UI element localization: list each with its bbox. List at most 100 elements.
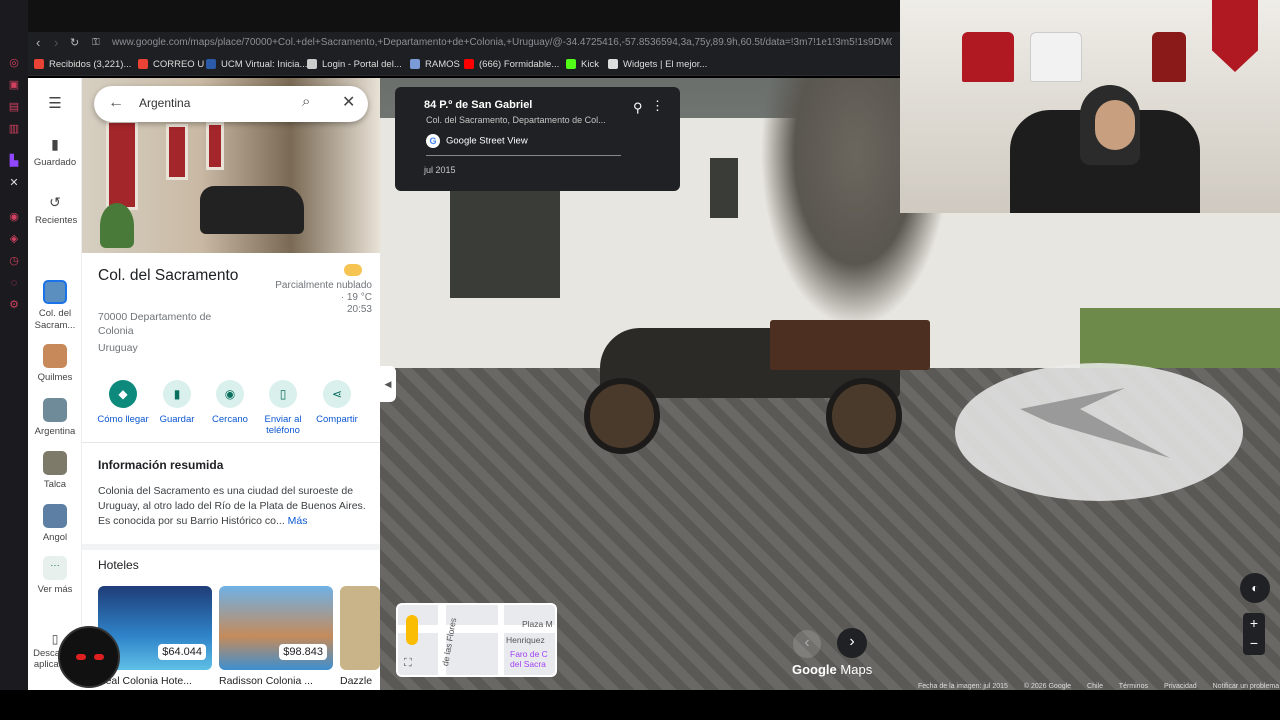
search-box[interactable]: ← Argentina ⌕ ✕ xyxy=(94,86,368,122)
back-arrow-icon[interactable]: ← xyxy=(108,94,124,112)
settings-icon[interactable]: ⚙ xyxy=(7,298,21,312)
app-icon[interactable]: ◈ xyxy=(7,232,21,246)
kick-icon xyxy=(566,59,576,70)
send-to-phone-button[interactable]: ▯ Enviar al teléfono xyxy=(254,380,312,436)
directions-button[interactable]: ◆ Cómo llegar xyxy=(94,380,152,425)
maps-rail: ☰ ▮ Guardado ↺ Recientes Col. del Sacram… xyxy=(28,78,82,690)
rail-more[interactable]: ··· Ver más xyxy=(28,556,82,595)
browser-tabbar xyxy=(28,0,900,32)
address-bar[interactable]: ‹ › ↻ ⚿ www.google.com/maps/place/70000+… xyxy=(28,32,900,54)
more-link[interactable]: Más xyxy=(288,515,308,527)
rail-saved[interactable]: ▮ Guardado xyxy=(28,136,82,168)
jersey-shape xyxy=(962,32,1014,82)
rail-recent-item[interactable]: Angol xyxy=(28,504,82,543)
search-input[interactable]: Argentina xyxy=(139,96,190,110)
url-text[interactable]: www.google.com/maps/place/70000+Col.+del… xyxy=(112,32,892,54)
more-icon: ··· xyxy=(43,556,67,580)
hotel-photo xyxy=(340,586,380,670)
sv-subtitle: Col. del Sacramento, Departamento de Col… xyxy=(426,115,606,125)
app-icon[interactable]: ◷ xyxy=(7,254,21,268)
hotel-name: Dazzle xyxy=(340,675,373,687)
bookmark-icon: ▮ xyxy=(163,380,191,408)
weather-time: 20:53 xyxy=(346,304,372,315)
bookmark-item[interactable]: Kick xyxy=(566,54,599,76)
eye-shape xyxy=(94,654,104,660)
search-icon[interactable]: ⌕ xyxy=(302,93,310,110)
menu-icon[interactable]: ☰ xyxy=(28,94,82,112)
plant-shape xyxy=(100,203,134,248)
pegman-icon[interactable] xyxy=(406,615,418,645)
place-thumbnail xyxy=(43,344,67,368)
weather-widget: Parcialmente nublado · 19 °C 20:53 xyxy=(272,264,372,316)
twitch-icon[interactable]: ▙ xyxy=(7,154,21,168)
app-icon[interactable]: ▣ xyxy=(7,78,21,92)
reload-icon[interactable]: ↻ xyxy=(70,32,79,54)
bookmark-item[interactable]: Recibidos (3,221)... xyxy=(34,54,131,76)
app-icon[interactable]: ▤ xyxy=(7,100,21,114)
forward-icon[interactable]: › xyxy=(54,32,58,54)
road xyxy=(498,605,504,675)
back-icon[interactable]: ‹ xyxy=(36,32,40,54)
more-vert-icon[interactable]: ⋮ xyxy=(651,98,664,114)
lock-icon: ⚿ xyxy=(92,37,100,48)
street-view-info: 84 P.º de San Gabriel Col. del Sacrament… xyxy=(395,87,680,191)
face-shape xyxy=(1095,100,1135,150)
x-icon[interactable]: ✕ xyxy=(7,176,21,190)
bottom-bar xyxy=(0,690,1280,720)
hotel-card[interactable]: $64.044 Real Colonia Hote... xyxy=(98,586,212,690)
hotel-card[interactable]: $98.843 Radisson Colonia ... xyxy=(219,586,333,690)
rail-recent-item[interactable]: Talca xyxy=(28,451,82,490)
os-sidebar: ◎ ▣ ▤ ▥ ▙ ✕ ◉ ◈ ◷ ◌ ⚙ xyxy=(0,0,28,720)
close-icon[interactable]: ✕ xyxy=(342,92,355,112)
hotel-card[interactable]: Dazzle xyxy=(340,586,380,690)
zoom-control[interactable]: + − xyxy=(1243,613,1265,655)
next-button[interactable]: › xyxy=(837,628,867,658)
hotel-price: $64.044 xyxy=(158,644,206,660)
bookmark-item[interactable]: Login - Portal del... xyxy=(307,54,402,76)
summary-heading: Información resumida xyxy=(98,458,224,472)
place-thumbnail xyxy=(43,280,67,304)
rail-recent-item[interactable]: Col. del Sacram... xyxy=(28,280,82,332)
place-address: 70000 Departamento de Colonia xyxy=(98,311,212,337)
minimap[interactable]: Plaza M Henriquez Faro de C del Sacra de… xyxy=(396,603,557,677)
save-button[interactable]: ▮ Guardar xyxy=(148,380,206,425)
app-icon[interactable]: ◉ xyxy=(7,210,21,224)
rail-recent[interactable]: ↺ Recientes xyxy=(28,194,82,226)
window-shape xyxy=(710,158,738,218)
history-icon: ↺ xyxy=(49,194,61,210)
bookmark-item[interactable]: (666) Formidable... xyxy=(464,54,559,76)
compass-icon[interactable]: ◐ xyxy=(1240,573,1270,603)
previous-button[interactable]: ‹ xyxy=(793,630,821,658)
bookmark-item[interactable]: CORREO U xyxy=(138,54,204,76)
gmail-icon xyxy=(138,59,148,70)
expand-icon[interactable]: ⛶ xyxy=(404,657,412,670)
ucm-icon xyxy=(206,59,216,70)
window-shape xyxy=(206,122,224,170)
collapse-panel-button[interactable]: ◀ xyxy=(380,366,396,402)
google-maps-logo: Google Maps xyxy=(792,662,873,677)
sv-title: 84 P.º de San Gabriel xyxy=(424,99,533,111)
zoom-in-icon[interactable]: + xyxy=(1243,613,1265,634)
zoom-out-icon[interactable]: − xyxy=(1243,634,1265,655)
place-country: Uruguay xyxy=(98,342,138,354)
bookmarks-bar: Recibidos (3,221)... CORREO U UCM Virtua… xyxy=(28,54,900,76)
app-icon[interactable]: ◌ xyxy=(7,276,21,290)
eye-shape xyxy=(76,654,86,660)
bookmark-item[interactable]: UCM Virtual: Inicia... xyxy=(206,54,307,76)
window-shape xyxy=(166,124,188,180)
rail-recent-item[interactable]: Argentina xyxy=(28,398,82,437)
bookmark-item[interactable]: RAMOS xyxy=(410,54,460,76)
bookmark-item[interactable]: Widgets | El mejor... xyxy=(608,54,707,76)
rail-recent-item[interactable]: Quilmes xyxy=(28,344,82,383)
nearby-button[interactable]: ◉ Cercano xyxy=(201,380,259,425)
share-button[interactable]: ⋖ Compartir xyxy=(308,380,366,425)
divider xyxy=(82,544,380,550)
jersey-shape xyxy=(1030,32,1082,82)
grass-shape xyxy=(1080,308,1280,368)
jersey-shape xyxy=(1152,32,1186,82)
sv-date[interactable]: jul 2015 xyxy=(424,165,456,175)
app-icon[interactable]: ▥ xyxy=(7,122,21,136)
page-icon xyxy=(307,59,317,70)
pin-icon[interactable]: ⚲ xyxy=(633,100,643,116)
app-icon[interactable]: ◎ xyxy=(7,56,21,70)
